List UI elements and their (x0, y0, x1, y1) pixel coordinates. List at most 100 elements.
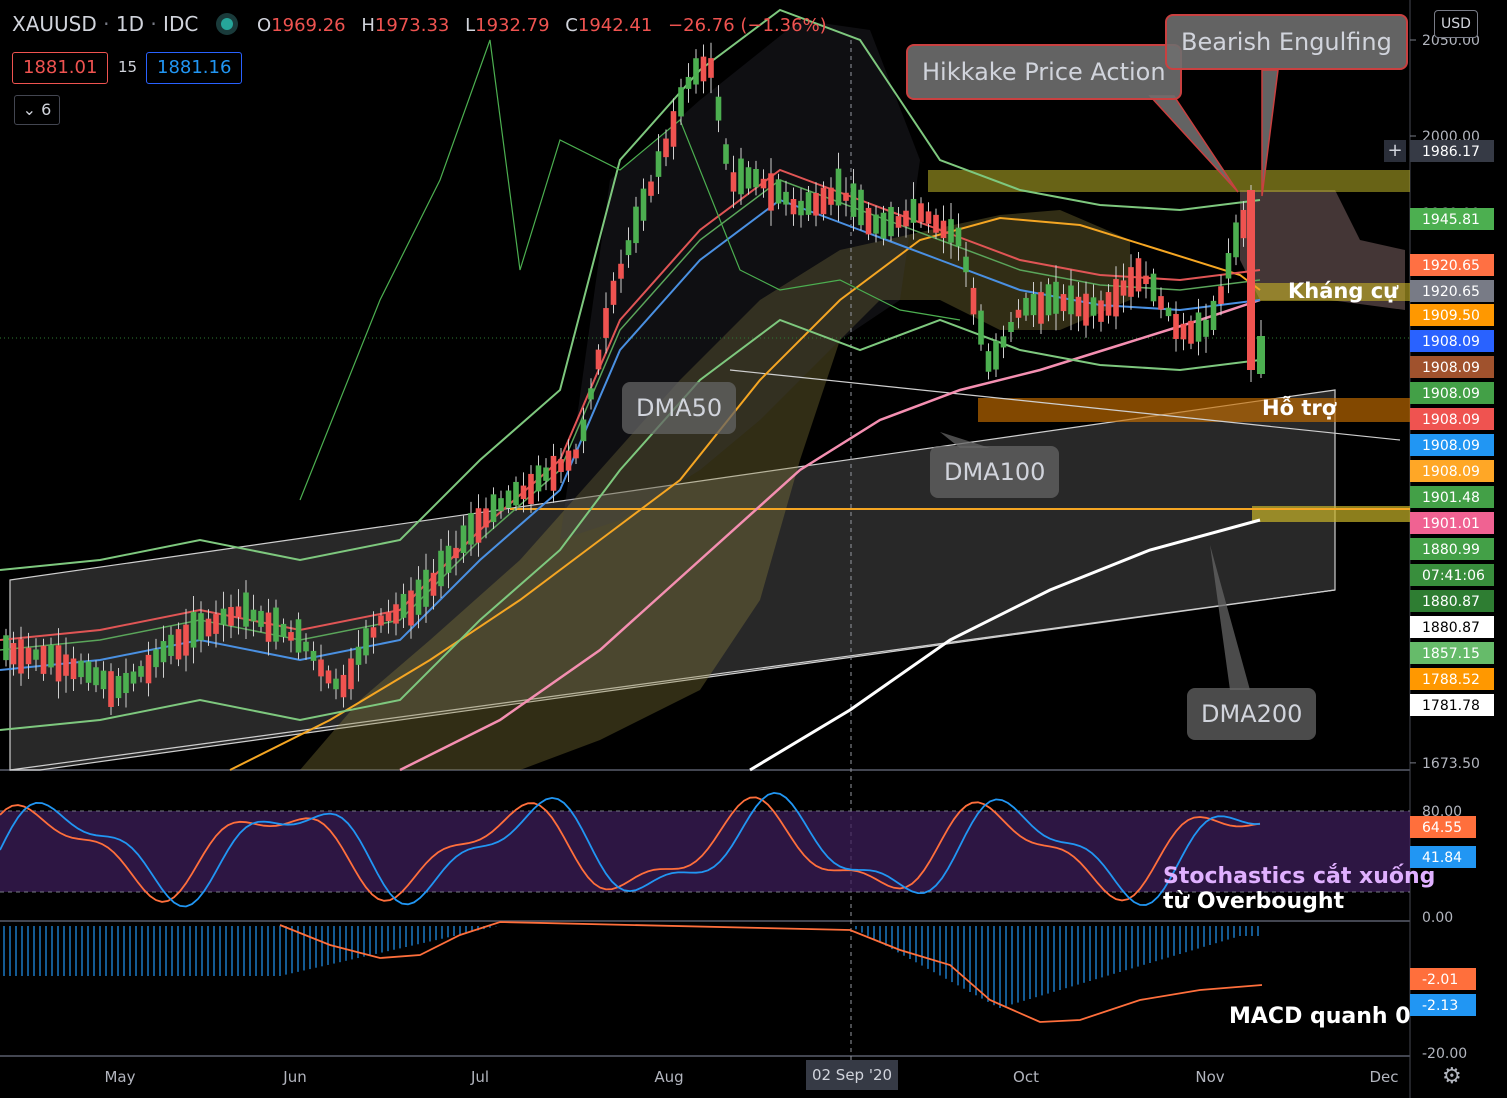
price-label-stack: 1986.17 1945.81 1920.65 1920.65 1909.50 1908.… (1410, 140, 1494, 716)
candle-body (1068, 285, 1074, 315)
candle-body (483, 508, 489, 528)
macd-note: MACD quanh 0 (1229, 1004, 1411, 1029)
candle-body (873, 214, 879, 234)
currency-button[interactable]: USD (1434, 10, 1478, 38)
candle-body (475, 508, 482, 543)
candle-body (93, 667, 99, 686)
last-candle (1257, 336, 1265, 374)
candle-body (400, 593, 407, 618)
candle-body (1045, 284, 1052, 316)
annotation-dma100[interactable]: DMA100 (930, 446, 1060, 498)
candle-body (1180, 323, 1187, 340)
candle-body (550, 455, 557, 491)
candle-body (783, 191, 789, 205)
annotation-hikkake[interactable]: Hikkake Price Action (906, 44, 1182, 100)
indicator-axis-label: -20.00 (1422, 1046, 1467, 1062)
candle-body (310, 650, 317, 661)
annotation-bearish-engulfing[interactable]: Bearish Engulfing (1165, 14, 1408, 70)
settings-gear-icon[interactable]: ⚙ (1442, 1064, 1462, 1089)
candle-body (1143, 275, 1149, 285)
candle-body (1075, 296, 1082, 317)
candle-body (445, 545, 452, 573)
candle-body (528, 473, 534, 505)
candle-body (363, 628, 369, 656)
candle-body (1105, 292, 1112, 316)
sell-price-button[interactable]: 1881.01 (12, 52, 109, 84)
price-chart[interactable]: 2050.002000.001960.001673.5080.0064.5541… (0, 0, 1507, 1098)
resistance-label: Kháng cự (1288, 279, 1399, 303)
candle-body (1218, 286, 1224, 304)
candle-body (280, 623, 287, 637)
candle-body (325, 670, 332, 684)
candle-body (3, 635, 9, 661)
candle-body (123, 672, 129, 694)
candle-body (1240, 209, 1247, 239)
add-alert-plus-icon[interactable]: + (1384, 140, 1406, 162)
candle-body (393, 604, 399, 624)
candle-body (895, 216, 902, 228)
x-tick-jun: Jun (283, 1068, 307, 1086)
stoch-note-line1: Stochastics cắt xuống (1163, 864, 1436, 889)
candle-body (423, 569, 429, 607)
candle-body (828, 187, 834, 205)
x-tick-dec: Dec (1369, 1068, 1399, 1086)
candle-body (940, 220, 947, 239)
price-label: 1908.09 (1422, 412, 1480, 428)
candle-body (843, 192, 849, 201)
candle-body (70, 658, 77, 680)
candle-body (618, 263, 624, 279)
price-label: 1920.65 (1422, 284, 1480, 300)
interval-label[interactable]: 1D (116, 12, 144, 36)
candle-body (520, 485, 527, 500)
candle-body (198, 613, 204, 641)
price-label: 1908.09 (1422, 334, 1480, 350)
candle-body (543, 467, 549, 481)
engulfing-candle (1247, 190, 1255, 370)
candle-body (1195, 312, 1202, 342)
candle-body (678, 87, 684, 117)
candle-body (888, 206, 894, 237)
candle-body (580, 419, 587, 442)
symbol-label[interactable]: XAUUSD (12, 12, 97, 36)
candle-body (78, 660, 84, 678)
macd-signal-line (279, 921, 1263, 1023)
candle-body (138, 666, 144, 677)
candle-body (100, 670, 107, 690)
candle-body (153, 649, 159, 668)
candle-body (730, 172, 737, 192)
candle-body (1173, 314, 1179, 339)
candle-body (190, 611, 197, 648)
candle-body (655, 151, 662, 177)
x-tick-aug: Aug (654, 1068, 684, 1086)
candle-body (438, 550, 444, 587)
annotation-dma200[interactable]: DMA200 (1187, 688, 1317, 740)
candle-body (370, 627, 377, 638)
candle-body (925, 211, 932, 224)
candle-body (955, 227, 962, 247)
candle-body (235, 606, 242, 618)
candle-body (963, 256, 969, 273)
candle-body (63, 654, 69, 676)
stoch-note-line2: từ Overbought (1163, 889, 1345, 914)
candle-body (603, 308, 609, 338)
candle-body (1210, 300, 1217, 330)
indicators-collapse-button[interactable]: ⌄ 6 (14, 95, 60, 125)
candle-body (1203, 319, 1209, 337)
candle-body (723, 144, 729, 164)
candle-body (918, 203, 924, 222)
candle-body (708, 58, 714, 78)
candle-body (588, 388, 594, 400)
candle-body (378, 615, 384, 626)
y-tick-label: 1673.50 (1422, 756, 1480, 772)
x-tick-oct: Oct (1013, 1068, 1039, 1086)
annotation-dma50[interactable]: DMA50 (622, 382, 737, 434)
candle-body (850, 183, 857, 217)
resistance-zone-top (928, 170, 1410, 192)
indicator-axis-label: -2.01 (1422, 972, 1458, 988)
candle-body (565, 450, 572, 471)
candle-body (1098, 300, 1104, 322)
candle-body (648, 181, 654, 196)
candle-body (820, 187, 827, 215)
candle-body (1233, 222, 1239, 258)
buy-price-button[interactable]: 1881.16 (146, 52, 243, 84)
